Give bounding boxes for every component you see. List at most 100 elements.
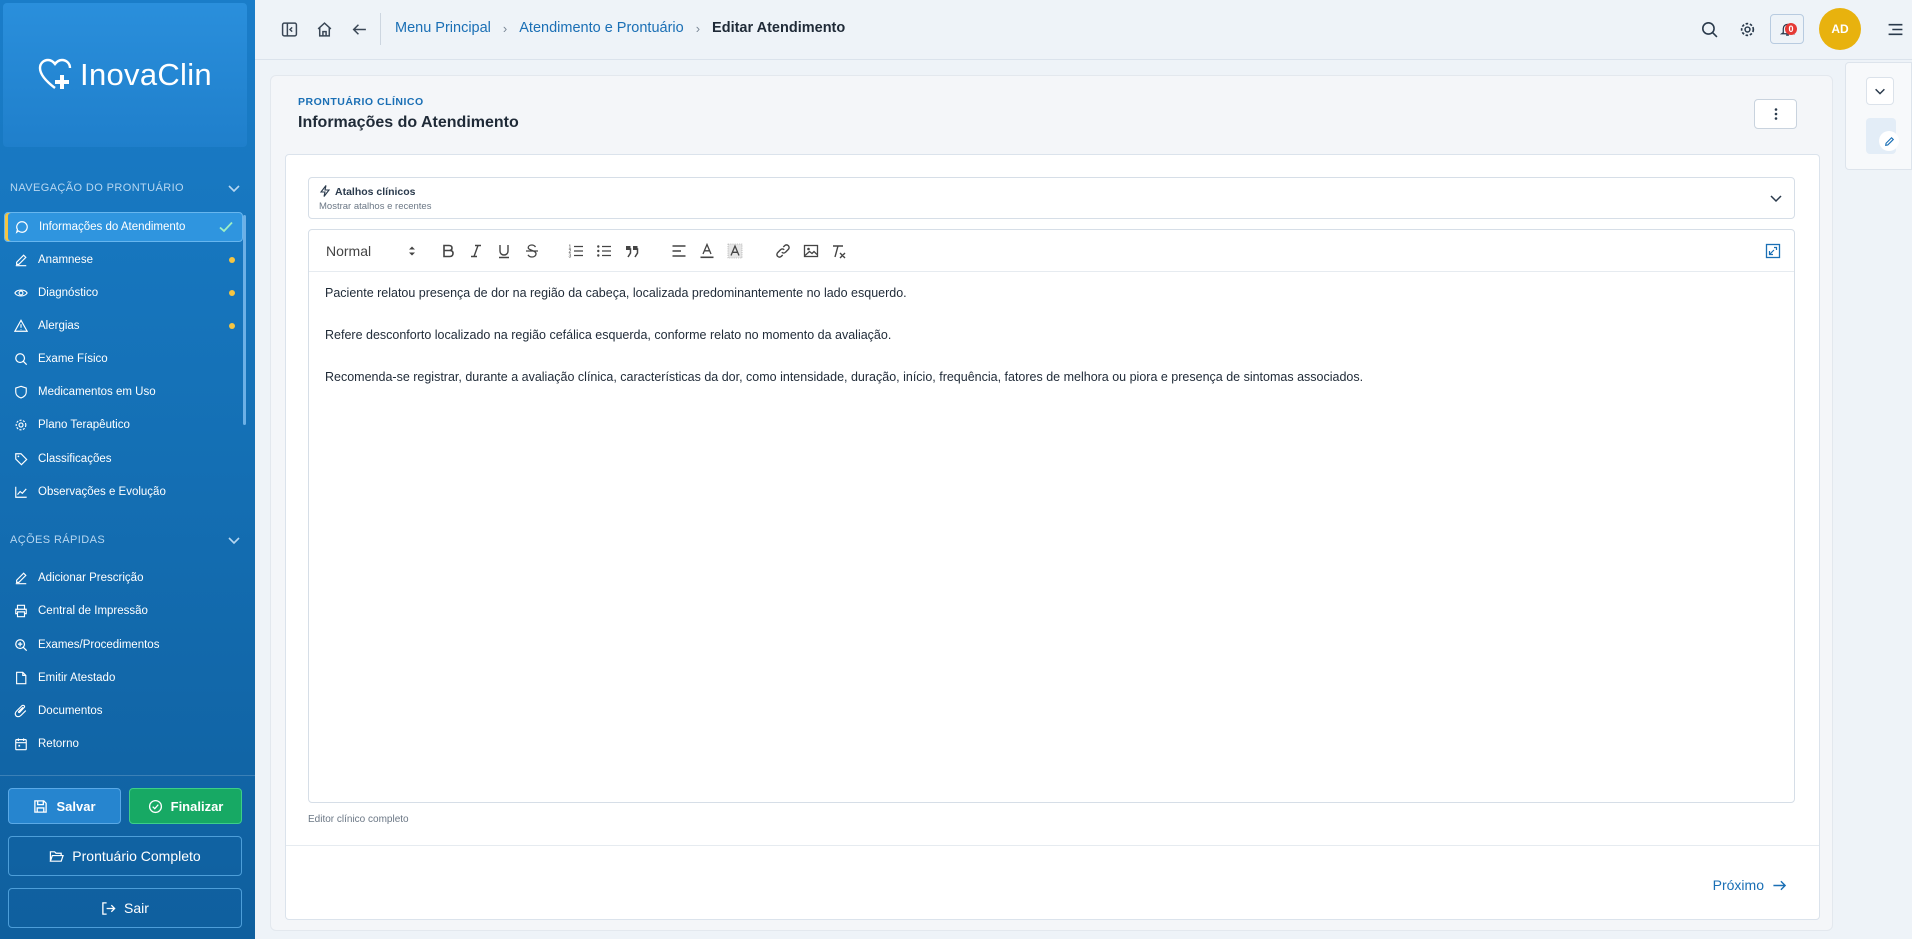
edit-icon	[14, 253, 28, 267]
quick-section-header[interactable]: AÇÕES RÁPIDAS	[10, 530, 242, 550]
chevron-down-icon	[1770, 195, 1782, 203]
save-icon	[34, 799, 48, 813]
image-icon[interactable]	[802, 242, 820, 260]
top-bar: Menu Principal › Atendimento e Prontuári…	[255, 0, 1912, 60]
logout-icon	[102, 901, 116, 915]
editor-paragraph: Refere desconforto localizado na região …	[325, 328, 892, 342]
save-label: Salvar	[56, 798, 96, 814]
editor-paragraph: Recomenda-se registrar, durante a avalia…	[325, 370, 1364, 384]
breadcrumb-item[interactable]: Menu Principal	[395, 20, 491, 36]
notifications-button[interactable]: 0	[1770, 14, 1804, 44]
sidebar-item-anamnese[interactable]: Anamnese	[4, 245, 243, 275]
gear-icon	[14, 418, 28, 432]
lightning-icon	[319, 185, 331, 197]
editor-paragraph: Paciente relatou presença de dor na regi…	[325, 286, 907, 300]
clear-format-icon[interactable]	[830, 242, 848, 260]
shortcuts-subtitle: Mostrar atalhos e recentes	[319, 201, 432, 212]
quick-item-label: Exames/Procedimentos	[38, 639, 160, 651]
brand-logo[interactable]: InovaClin	[3, 3, 247, 147]
back-arrow-icon[interactable]	[349, 19, 369, 39]
next-button[interactable]: Próximo	[1713, 877, 1787, 893]
sidebar-item-observacoes[interactable]: Observações e Evolução	[4, 477, 243, 507]
sidebar-item-exame-fisico[interactable]: Exame Físico	[4, 344, 243, 374]
quick-item-exames-procedimentos[interactable]: Exames/Procedimentos	[4, 630, 243, 660]
sidebar-item-label: Observações e Evolução	[38, 486, 166, 498]
breadcrumb-current: Editar Atendimento	[712, 20, 846, 36]
eye-icon	[14, 286, 28, 300]
sidebar-item-label: Exame Físico	[38, 353, 108, 365]
sidebar: InovaClin NAVEGAÇÃO DO PRONTUÁRIO Inform…	[0, 0, 255, 939]
sidebar-item-plano-terapeutico[interactable]: Plano Terapêutico	[4, 410, 243, 440]
editor-content[interactable]: Paciente relatou presença de dor na regi…	[325, 286, 1778, 412]
bullet-list-icon[interactable]	[595, 242, 613, 260]
sidebar-divider	[0, 775, 255, 776]
quick-item-adicionar-prescricao[interactable]: Adicionar Prescrição	[4, 563, 243, 593]
finish-label: Finalizar	[170, 798, 224, 814]
ordered-list-icon[interactable]: 123	[567, 242, 585, 260]
highlight-icon[interactable]	[726, 242, 744, 260]
quick-item-central-impressao[interactable]: Central de Impressão	[4, 596, 243, 626]
underline-icon[interactable]	[495, 242, 513, 260]
text-color-icon[interactable]	[698, 242, 716, 260]
breadcrumb-item[interactable]: Atendimento e Prontuário	[519, 20, 683, 36]
clinical-shortcuts-dropdown[interactable]: Atalhos clínicos Mostrar atalhos e recen…	[308, 177, 1795, 219]
full-record-button[interactable]: Prontuário Completo	[8, 836, 242, 876]
calendar-icon	[14, 737, 28, 751]
content-card: Atalhos clínicos Mostrar atalhos e recen…	[285, 154, 1820, 920]
italic-icon[interactable]	[467, 242, 485, 260]
zoom-in-icon	[14, 638, 28, 652]
format-select[interactable]: Normal	[326, 242, 416, 260]
align-left-icon[interactable]	[670, 242, 688, 260]
quick-item-emitir-atestado[interactable]: Emitir Atestado	[4, 663, 243, 693]
sidebar-item-diagnostico[interactable]: Diagnóstico	[4, 278, 243, 308]
bold-icon[interactable]	[439, 242, 457, 260]
chevron-down-icon	[1875, 88, 1885, 95]
next-label: Próximo	[1712, 877, 1764, 893]
sidebar-item-informacoes[interactable]: Informações do Atendimento	[4, 212, 243, 242]
link-icon[interactable]	[774, 242, 792, 260]
finish-button[interactable]: Finalizar	[129, 788, 242, 824]
chevron-right-icon: ›	[502, 20, 508, 36]
file-icon	[14, 671, 28, 685]
select-arrows-icon	[409, 246, 415, 256]
nav-section-header[interactable]: NAVEGAÇÃO DO PRONTUÁRIO	[10, 178, 242, 198]
logout-button[interactable]: Sair	[8, 888, 242, 928]
heart-plus-icon	[38, 58, 72, 89]
folder-open-icon	[49, 850, 65, 862]
quick-section-title: AÇÕES RÁPIDAS	[10, 534, 106, 546]
strikethrough-icon[interactable]	[523, 242, 541, 260]
sidebar-item-label: Classificações	[38, 453, 112, 465]
search-icon[interactable]	[1699, 19, 1719, 39]
expand-icon[interactable]	[1764, 242, 1782, 260]
rich-text-editor[interactable]: Normal 123 Paciente relatou presença de …	[308, 229, 1795, 803]
breadcrumb: Menu Principal › Atendimento e Prontuári…	[395, 20, 845, 36]
editor-toolbar: Normal 123	[309, 230, 1794, 272]
sidebar-item-medicamentos[interactable]: Medicamentos em Uso	[4, 377, 243, 407]
nav-section-title: NAVEGAÇÃO DO PRONTUÁRIO	[10, 182, 185, 194]
card-divider	[286, 845, 1819, 846]
more-options-button[interactable]	[1754, 99, 1797, 129]
quick-item-documentos[interactable]: Documentos	[4, 696, 243, 726]
panel-collapse-button[interactable]	[1866, 77, 1894, 105]
pencil-icon[interactable]	[1879, 131, 1899, 151]
home-icon[interactable]	[314, 19, 334, 39]
nav-scrollbar[interactable]	[243, 215, 246, 425]
avatar[interactable]: AD	[1819, 8, 1861, 50]
sidebar-item-label: Anamnese	[38, 254, 93, 266]
pending-dot	[229, 290, 235, 296]
brand-name: InovaClin	[80, 57, 212, 92]
sidebar-toggle-icon[interactable]	[279, 19, 299, 39]
chevron-down-icon	[228, 185, 240, 193]
search-icon	[14, 352, 28, 366]
sidebar-item-alergias[interactable]: Alergias	[4, 311, 243, 341]
blockquote-icon[interactable]	[623, 242, 641, 260]
check-circle-icon	[148, 799, 162, 813]
edit-icon	[14, 571, 28, 585]
sidebar-item-classificacoes[interactable]: Classificações	[4, 444, 243, 474]
menu-icon[interactable]	[1885, 19, 1905, 39]
save-button[interactable]: Salvar	[8, 788, 121, 824]
svg-text:3: 3	[569, 254, 572, 260]
gear-icon[interactable]	[1737, 19, 1757, 39]
quick-item-retorno[interactable]: Retorno	[4, 729, 243, 759]
editor-caption: Editor clínico completo	[308, 814, 409, 825]
